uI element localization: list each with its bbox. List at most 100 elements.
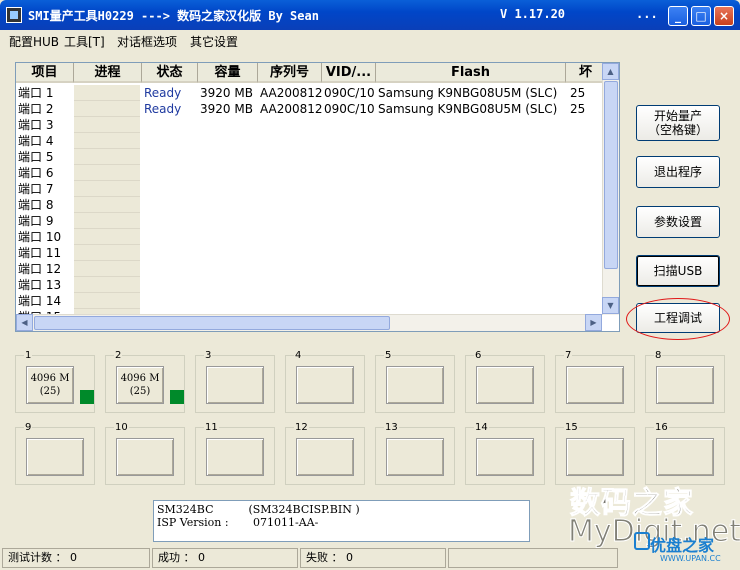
exit-program-button[interactable]: 退出程序 <box>636 156 720 188</box>
cell-flash: Samsung K9NBG08U5M (SLC) <box>378 86 558 100</box>
cell-status <box>144 293 198 309</box>
upan-logo: 优盘之家 WWW.UPAN.CC <box>632 530 736 568</box>
port-button-10[interactable] <box>116 438 174 476</box>
horizontal-scroll-thumb[interactable] <box>34 316 390 330</box>
table-row[interactable]: 端口 4 <box>16 133 606 149</box>
parameter-settings-button[interactable]: 参数设置 <box>636 206 720 238</box>
table-row[interactable]: 端口 9 <box>16 213 606 229</box>
table-row[interactable]: 端口 7 <box>16 181 606 197</box>
cell-flash <box>378 293 566 309</box>
scroll-left-icon[interactable]: ◀ <box>16 314 33 331</box>
table-row[interactable]: 端口 12 <box>16 261 606 277</box>
port-button-13[interactable] <box>386 438 444 476</box>
port-group-5: 5 <box>375 350 455 413</box>
cell-flash <box>378 149 566 165</box>
port-button-6[interactable] <box>476 366 534 404</box>
cell-capacity <box>200 197 258 213</box>
status-empty-pane <box>448 548 618 568</box>
table-row[interactable]: 端口 8 <box>16 197 606 213</box>
table-row[interactable]: 端口 11 <box>16 245 606 261</box>
table-row[interactable]: 端口 3 <box>16 117 606 133</box>
port-button-7[interactable] <box>566 366 624 404</box>
port-button-1[interactable]: 4096 M (25) <box>26 366 74 404</box>
port-button-8[interactable] <box>656 366 714 404</box>
start-production-button[interactable]: 开始量产 （空格键） <box>636 105 720 141</box>
table-row[interactable]: 端口 6 <box>16 165 606 181</box>
menu-other-settings[interactable]: 其它设置 <box>190 33 238 50</box>
menu-config-hub[interactable]: 配置HUB <box>9 33 59 50</box>
close-button[interactable]: × <box>714 6 734 26</box>
port-group-6: 6 <box>465 350 545 413</box>
table-row[interactable]: 端口 1 Ready 3920 MB AA200812 090C/10 Samsung K… <box>16 85 606 101</box>
port-group-7: 7 <box>555 350 635 413</box>
port-group-1: 1 4096 M (25) <box>15 350 95 413</box>
minimize-button[interactable]: _ <box>668 6 688 26</box>
cell-flash <box>378 197 566 213</box>
scroll-down-icon[interactable]: ▼ <box>602 297 619 314</box>
port-group-12: 12 <box>285 422 365 485</box>
cell-bad <box>570 165 600 181</box>
cell-vid: 090C/10 <box>324 86 375 100</box>
port-number: 10 <box>114 422 129 433</box>
cell-capacity <box>200 261 258 277</box>
cell-serial <box>260 165 322 181</box>
port-button-9[interactable] <box>26 438 84 476</box>
port-button-14[interactable] <box>476 438 534 476</box>
port-button-4[interactable] <box>296 366 354 404</box>
port-button-15[interactable] <box>566 438 624 476</box>
scan-usb-button[interactable]: 扫描USB <box>636 255 720 287</box>
col-item[interactable]: 项目 <box>16 63 74 83</box>
port-button-5[interactable] <box>386 366 444 404</box>
port-group-9: 9 <box>15 422 95 485</box>
port-number: 2 <box>114 350 123 361</box>
col-serial[interactable]: 序列号 <box>258 63 322 83</box>
port-group-10: 10 <box>105 422 185 485</box>
col-progress[interactable]: 进程 <box>74 63 142 83</box>
table-row[interactable]: 端口 13 <box>16 277 606 293</box>
maximize-button[interactable]: □ <box>691 6 711 26</box>
col-bad[interactable]: 坏 <box>566 63 606 83</box>
vertical-scrollbar[interactable]: ▲ ▼ <box>602 63 619 315</box>
scroll-right-icon[interactable]: ▶ <box>585 314 602 331</box>
table-row[interactable]: 端口 5 <box>16 149 606 165</box>
cell-flash <box>378 117 566 133</box>
port-button-12[interactable] <box>296 438 354 476</box>
cell-vid <box>324 197 376 213</box>
menu-tools[interactable]: 工具[T] <box>64 33 105 50</box>
cell-flash <box>378 213 566 229</box>
col-status[interactable]: 状态 <box>142 63 198 83</box>
port-button-11[interactable] <box>206 438 264 476</box>
port-list[interactable]: 项目 进程 状态 容量 序列号 VID/... Flash 坏 端口 1 Read… <box>15 62 620 332</box>
table-row[interactable]: 端口 14 <box>16 293 606 309</box>
menu-dialog-options[interactable]: 对话框选项 <box>117 33 177 50</box>
cell-serial: AA200812 <box>260 86 322 100</box>
cell-port: 端口 14 <box>18 294 62 308</box>
cell-capacity <box>200 133 258 149</box>
table-row[interactable]: 端口 2 Ready 3920 MB AA200812 090C/10 Samsung K… <box>16 101 606 117</box>
port-number: 9 <box>24 422 33 433</box>
upan-logo-url: WWW.UPAN.CC <box>660 554 721 563</box>
cell-port: 端口 12 <box>18 262 62 276</box>
table-row[interactable]: 端口 10 <box>16 229 606 245</box>
col-vid[interactable]: VID/... <box>322 63 376 83</box>
cell-capacity <box>200 293 258 309</box>
progress-cell <box>74 181 140 197</box>
progress-cell <box>74 117 140 133</box>
cell-port: 端口 11 <box>18 246 62 260</box>
title-bar[interactable]: SMI量产工具H0229 ---> 数码之家汉化版 By Sean V 1.17… <box>0 0 740 30</box>
cell-vid <box>324 165 376 181</box>
horizontal-scrollbar[interactable]: ◀ ▶ <box>16 314 602 331</box>
port-button-3[interactable] <box>206 366 264 404</box>
vertical-scroll-thumb[interactable] <box>604 81 618 269</box>
port-group-4: 4 <box>285 350 365 413</box>
port-button-16[interactable] <box>656 438 714 476</box>
port-number: 4 <box>294 350 303 361</box>
scroll-up-icon[interactable]: ▲ <box>602 63 619 80</box>
fail-count: 失败 ： 0 <box>300 548 446 568</box>
col-flash[interactable]: Flash <box>376 63 566 83</box>
port-button-2[interactable]: 4096 M (25) <box>116 366 164 404</box>
menu-bar: 配置HUB 工具[T] 对话框选项 其它设置 <box>0 30 740 50</box>
highlight-ellipse <box>626 298 730 340</box>
col-capacity[interactable]: 容量 <box>198 63 258 83</box>
cell-capacity: 3920 MB <box>200 86 253 100</box>
